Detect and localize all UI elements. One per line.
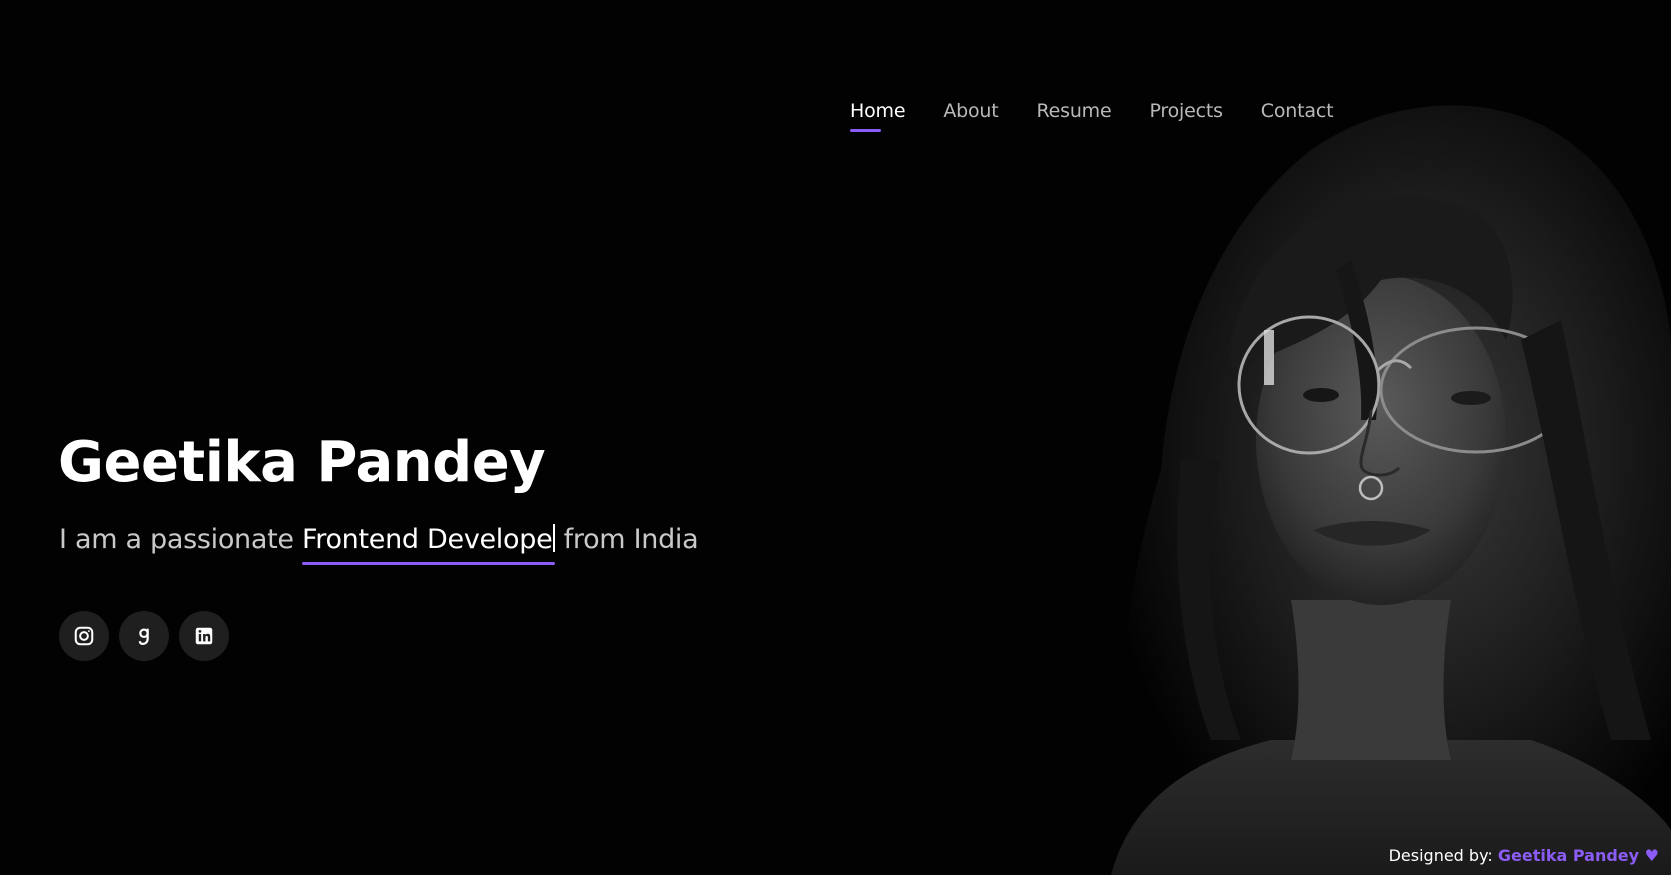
profile-photo (1051, 40, 1671, 875)
designed-by-label: Designed by: (1388, 846, 1493, 865)
social-links (59, 611, 229, 661)
nav-home-link[interactable]: Home (850, 100, 906, 132)
designed-by-credit: Designed by: Geetika Pandey ♥ (1389, 846, 1659, 865)
hero-page: Home About Resume Projects Contact Geeti… (0, 0, 1671, 875)
nav-projects-link[interactable]: Projects (1149, 100, 1223, 132)
tagline-suffix: from India (555, 524, 699, 555)
typed-role-text: Frontend Develope (301, 524, 553, 555)
main-nav: Home About Resume Projects Contact (850, 100, 1334, 132)
hero-name: Geetika Pandey (58, 430, 546, 495)
author-name: Geetika Pandey (1497, 846, 1640, 865)
typing-caret (553, 524, 556, 552)
instagram-icon (74, 626, 94, 646)
instagram-button[interactable] (59, 611, 109, 661)
nav-resume-link[interactable]: Resume (1037, 100, 1112, 132)
heart-icon: ♥ (1644, 846, 1659, 865)
hero-tagline: I am a passionate Frontend Develope from… (59, 524, 699, 565)
nav-about-link[interactable]: About (943, 100, 998, 132)
typed-role: Frontend Develope (301, 524, 556, 565)
goodreads-icon (138, 628, 149, 645)
goodreads-button[interactable] (119, 611, 169, 661)
linkedin-button[interactable] (179, 611, 229, 661)
linkedin-icon (195, 627, 213, 645)
nav-contact-link[interactable]: Contact (1261, 100, 1334, 132)
author-link[interactable]: Geetika Pandey ♥ (1498, 846, 1659, 865)
tagline-prefix: I am a passionate (59, 524, 302, 555)
